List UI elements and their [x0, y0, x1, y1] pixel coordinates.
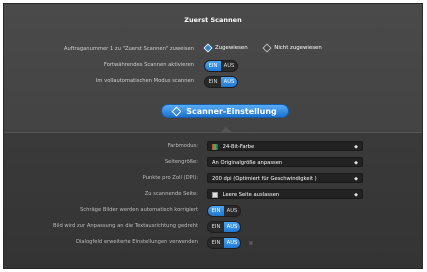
scanner-settings-label: Scanner-Einstellung: [186, 106, 277, 116]
deskew-label: Schräge Bilder werden automatisch korrig…: [79, 207, 198, 213]
assignment-radio-group: Zugewiesen Nicht zugewiesen: [203, 43, 336, 54]
pages-select[interactable]: Leere Seite auslassen ◆: [207, 189, 363, 199]
full-auto-toggle[interactable]: EIN AUS: [204, 76, 238, 88]
toggle-off[interactable]: AUS: [221, 77, 237, 87]
color-mode-row: Farbmodus: 24-Bit-Farbe ◆: [4, 141, 422, 153]
pages-row: Zu scannende Seite: Leere Seite auslasse…: [4, 189, 422, 201]
color-mode-value: 24-Bit-Farbe: [222, 144, 255, 150]
rotate-toggle[interactable]: EIN AUS: [207, 221, 241, 233]
panel-title: Zuerst Scannen: [184, 16, 242, 24]
full-auto-row: Im vollautomatischen Modus scannen EIN A…: [4, 76, 422, 88]
settings-dot-icon[interactable]: [248, 240, 253, 245]
deskew-row: Schräge Bilder werden automatisch korrig…: [4, 205, 422, 217]
chevron-updown-icon: ◆: [354, 192, 358, 198]
page-size-row: Seitengröße: An Originalgröße anpassen ◆: [4, 157, 422, 169]
pages-value: Leere Seite auslassen: [222, 192, 280, 198]
continuous-scan-row: Fortwährendes Scannen aktivieren EIN AUS: [4, 60, 422, 72]
radio-not-assigned-label: Nicht zugewiesen: [274, 45, 322, 51]
toggle-on[interactable]: EIN: [205, 77, 221, 87]
toggle-off[interactable]: AUS: [224, 238, 240, 248]
toggle-on[interactable]: EIN: [208, 238, 224, 248]
rotate-row: Bild wird zur Anpassung an die Textausri…: [4, 221, 422, 233]
assignment-row: Auftraganummer 1 zu "Zuerst Scannen" zuw…: [4, 43, 422, 56]
dialog-row: Dialogfeld erweiterte Einstellungen verw…: [4, 237, 422, 249]
dpi-select[interactable]: 200 dpi (Optimiert für Geschwindigkeit )…: [207, 173, 363, 183]
page-size-select[interactable]: An Originalgröße anpassen ◆: [207, 157, 363, 167]
chevron-updown-icon: ◆: [354, 144, 358, 150]
page-size-value: An Originalgröße anpassen: [212, 160, 283, 166]
radio-not-assigned[interactable]: Nicht zugewiesen: [262, 43, 322, 53]
toggle-on[interactable]: EIN: [205, 61, 221, 71]
radio-selected-icon: [203, 43, 213, 53]
rotate-label: Bild wird zur Anpassung an die Textausri…: [53, 223, 198, 229]
deskew-toggle[interactable]: EIN AUS: [207, 205, 241, 217]
radio-assigned[interactable]: Zugewiesen: [203, 43, 248, 53]
color-mode-label: Farbmodus:: [167, 143, 198, 149]
dpi-value: 200 dpi (Optimiert für Geschwindigkeit ): [212, 176, 317, 182]
chevron-updown-icon: ◆: [354, 160, 358, 166]
full-auto-label: Im vollautomatischen Modus scannen: [95, 78, 194, 84]
radio-assigned-label: Zugewiesen: [215, 45, 248, 51]
dpi-row: Punkte pro Zoll (DPI): 200 dpi (Optimier…: [4, 173, 422, 185]
toggle-off[interactable]: AUS: [221, 61, 237, 71]
continuous-scan-label: Fortwährendes Scannen aktivieren: [103, 62, 194, 68]
scanner-settings-button[interactable]: Scanner-Einstellung: [161, 104, 289, 118]
dpi-label: Punkte pro Zoll (DPI):: [142, 175, 198, 181]
dialog-label: Dialogfeld erweiterte Einstellungen verw…: [75, 239, 198, 245]
toggle-on[interactable]: EIN: [208, 222, 224, 232]
toggle-off[interactable]: AUS: [224, 206, 240, 216]
color-icon: [212, 143, 218, 150]
diamond-icon: [171, 106, 182, 116]
scan-settings-panel: Zuerst Scannen Auftraganummer 1 zu "Zuer…: [3, 3, 423, 269]
blank-page-icon: [212, 191, 218, 198]
dialog-toggle[interactable]: EIN AUS: [207, 237, 253, 249]
toggle-on[interactable]: EIN: [208, 206, 224, 216]
pages-label: Zu scannende Seite:: [144, 191, 198, 197]
color-mode-select[interactable]: 24-Bit-Farbe ◆: [207, 141, 363, 151]
page-size-label: Seitengröße:: [164, 159, 198, 165]
radio-unselected-icon: [262, 43, 272, 53]
chevron-updown-icon: ◆: [354, 176, 358, 182]
toggle-off[interactable]: AUS: [224, 222, 240, 232]
continuous-scan-toggle[interactable]: EIN AUS: [204, 60, 238, 72]
assignment-label: Auftraganummer 1 zu "Zuerst Scannen" zuw…: [63, 46, 194, 52]
